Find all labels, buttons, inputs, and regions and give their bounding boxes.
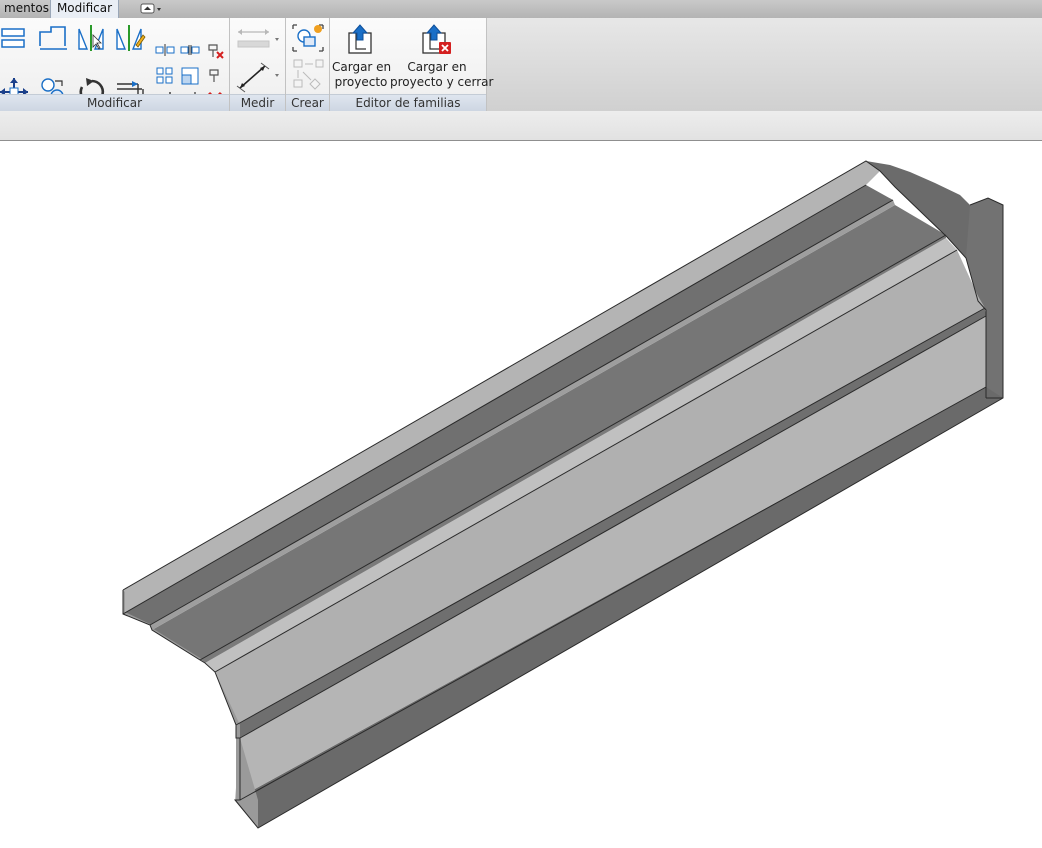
panel-title-crear: Crear — [286, 94, 329, 111]
panel-modificar: Modificar — [0, 18, 230, 111]
load-into-project-button[interactable]: Cargar en proyecto — [332, 20, 392, 92]
panel-crear: Crear — [286, 18, 330, 111]
mirror-draw-axis-icon[interactable] — [114, 23, 146, 53]
load-and-close-label-1: Cargar en — [407, 60, 467, 74]
load-and-close-icon — [422, 24, 451, 54]
panel-medir: Medir — [230, 18, 286, 111]
array-icon[interactable] — [156, 67, 174, 85]
chevron-down-icon — [157, 8, 161, 11]
split-element-icon[interactable] — [155, 43, 175, 57]
load-into-project-label-2: proyecto — [334, 75, 388, 89]
ribbon: Modificar Medir Crear Cargar en proyecto… — [0, 18, 1042, 111]
scale-icon[interactable] — [181, 67, 199, 85]
load-into-project-label-1: Cargar en — [332, 60, 392, 74]
measure-between-references-icon[interactable] — [235, 24, 283, 54]
panel-title-modificar[interactable]: Modificar — [0, 94, 229, 111]
pin-icon[interactable] — [206, 67, 224, 85]
tab-modificar[interactable]: Modificar — [50, 0, 119, 18]
create-group-icon[interactable] — [291, 23, 325, 53]
drawing-area[interactable] — [0, 141, 1042, 848]
align-icon[interactable] — [0, 24, 28, 52]
panel-editor-de-familias: Cargar en proyecto Cargar en proyecto y … — [330, 18, 494, 111]
offset-icon[interactable] — [37, 24, 69, 52]
tab-elementos[interactable]: mentos — [0, 0, 53, 17]
split-with-gap-icon[interactable] — [180, 43, 200, 57]
create-similar-icon[interactable] — [291, 58, 325, 90]
minimize-ribbon-icon — [140, 3, 161, 14]
ribbon-tab-bar: mentos Modificar — [0, 0, 1042, 19]
cornice-3d-model — [122, 160, 1004, 829]
minimize-ribbon-button[interactable] — [140, 3, 162, 15]
options-bar — [0, 111, 1042, 142]
measure-along-element-icon[interactable] — [235, 60, 283, 94]
panel-title-medir: Medir — [230, 94, 285, 111]
panel-title-editor-de-familias: Editor de familias — [330, 94, 486, 111]
load-and-close-label-2: proyecto y cerrar — [390, 75, 494, 89]
mirror-pick-axis-icon[interactable] — [76, 23, 106, 53]
load-into-project-icon — [348, 24, 372, 54]
unpin-icon[interactable] — [206, 42, 224, 60]
load-and-close-button[interactable]: Cargar en proyecto y cerrar — [390, 20, 494, 92]
